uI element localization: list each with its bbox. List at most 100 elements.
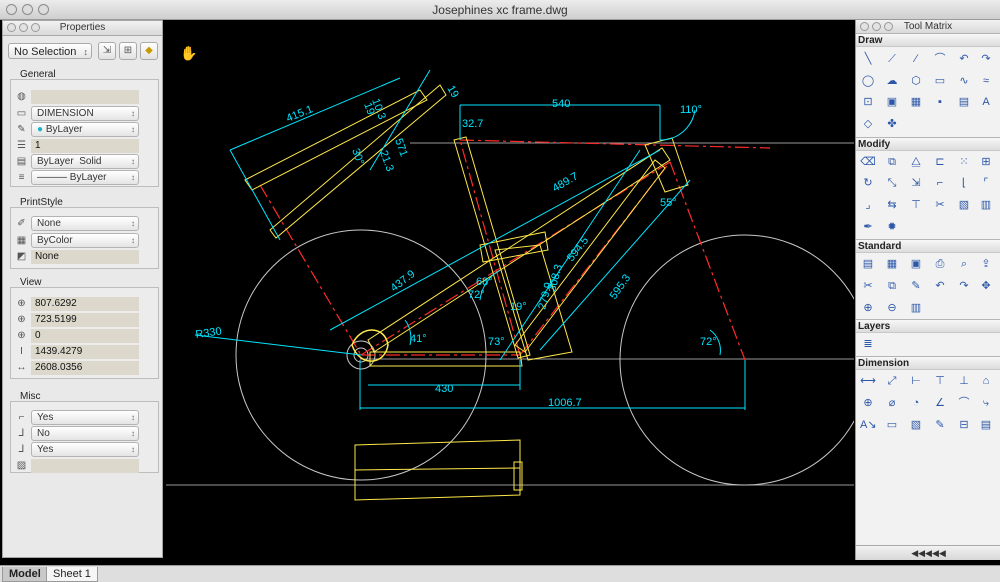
quick-dim-icon[interactable]: ⌂ (978, 373, 994, 389)
draw-section-header[interactable]: Draw (856, 33, 1000, 47)
revcloud-tool-icon[interactable]: ☁ (884, 73, 900, 89)
view-center-x-field[interactable]: 807.6292 (31, 297, 139, 311)
circle-tool-icon[interactable]: ◯ (860, 73, 876, 89)
plotcolor-dropdown[interactable]: ByColor (31, 233, 139, 248)
lineweight-dropdown[interactable]: ——— ByLayer (31, 170, 139, 185)
color-value-field[interactable] (31, 90, 139, 104)
new-drawing-icon[interactable]: ▤ (860, 256, 876, 272)
erase-tool-icon[interactable]: ⌫ (860, 154, 876, 170)
arc-tool-icon[interactable]: ↶ (956, 51, 972, 67)
zoom-window-icon[interactable]: ⊖ (884, 300, 900, 316)
tool-matrix-zoom-button[interactable] (884, 22, 893, 31)
properties-toggle-icon[interactable]: ▥ (908, 300, 924, 316)
zoom-realtime-icon[interactable]: ⊕ (860, 300, 876, 316)
wave-tool-icon[interactable]: ≈ (978, 73, 994, 89)
quick-select-button[interactable]: ⇲ (98, 42, 116, 60)
print-icon[interactable]: ⎙ (932, 256, 948, 272)
array-tool-icon[interactable]: ⁙ (956, 154, 972, 170)
fillet-tool-icon[interactable]: ⌜ (978, 175, 994, 191)
trim-tool-icon[interactable]: ⌐ (932, 175, 948, 191)
align-tool-icon[interactable]: ▥ (978, 197, 994, 213)
dim-update-icon[interactable]: ⊟ (956, 417, 972, 433)
layer-manager-icon[interactable]: ≣ (860, 336, 876, 352)
tool-matrix-minimize-button[interactable] (872, 22, 881, 31)
extend-tool-icon[interactable]: ⌊ (956, 175, 972, 191)
standard-section-header[interactable]: Standard (856, 239, 1000, 253)
explode-tool-icon[interactable]: ✂ (932, 197, 948, 213)
point-tool-icon[interactable]: ⊡ (860, 94, 876, 110)
copy-tool-icon[interactable]: ⧉ (884, 154, 900, 170)
open-drawing-icon[interactable]: ▦ (884, 256, 900, 272)
select-objects-button[interactable]: ⊞ (119, 42, 137, 60)
properties-close-button[interactable] (7, 23, 16, 32)
rectangle-tool-icon[interactable]: ▭ (932, 73, 948, 89)
boundary-tool-icon[interactable]: ◇ (860, 116, 876, 132)
join-tool-icon[interactable]: ⇆ (884, 197, 900, 213)
ucs-origin-dropdown[interactable]: No (31, 426, 139, 441)
block-tool-icon[interactable]: ▣ (884, 94, 900, 110)
view-width-field[interactable]: 2608.0356 (31, 361, 139, 375)
tab-model[interactable]: Model (2, 567, 48, 582)
arc-length-dim-icon[interactable]: ⌒ (956, 395, 972, 411)
drawing-svg[interactable]: 540 110° 32.7 415.1 19 10.3 571 21.3 19 … (166, 20, 871, 560)
selection-dropdown[interactable]: No Selection (8, 43, 92, 60)
baseline-dim-icon[interactable]: ⊤ (932, 373, 948, 389)
tolerance-icon[interactable]: ▭ (884, 417, 900, 433)
dimension-section-header[interactable]: Dimension (856, 356, 1000, 370)
text-tool-icon[interactable]: A (978, 94, 994, 110)
view-center-z-field[interactable]: 0 (31, 329, 139, 343)
linear-dim-icon[interactable]: ⟷ (860, 373, 876, 389)
redo-icon[interactable]: ↷ (956, 278, 972, 294)
ray-tool-icon[interactable]: ⌒ (932, 51, 948, 67)
plotstyle-dropdown[interactable]: None (31, 216, 139, 231)
ordinate-dim-icon[interactable]: ⊢ (908, 373, 924, 389)
spline-tool-icon[interactable]: ↷ (978, 51, 994, 67)
aligned-dim-icon[interactable]: ⤢ (884, 373, 900, 389)
tab-sheet-1[interactable]: Sheet 1 (46, 567, 98, 582)
tool-matrix-collapse-button[interactable]: ◀◀◀◀◀ (856, 545, 1000, 560)
jogged-dim-icon[interactable]: ⤷ (978, 395, 994, 411)
layers-section-header[interactable]: Layers (856, 319, 1000, 333)
chamfer-tool-icon[interactable]: ⌟ (860, 197, 876, 213)
save-drawing-icon[interactable]: ▣ (908, 256, 924, 272)
drawing-canvas[interactable]: 540 110° 32.7 415.1 19 10.3 571 21.3 19 … (166, 20, 871, 560)
copy-clip-icon[interactable]: ⧉ (884, 278, 900, 294)
print-preview-icon[interactable]: ⌕ (956, 256, 972, 272)
explode-bomb-icon[interactable]: ✹ (884, 219, 900, 235)
polyline-tool-icon[interactable]: ∕ (908, 51, 924, 67)
tool-matrix-close-button[interactable] (860, 22, 869, 31)
wipeout-tool-icon[interactable]: ✤ (884, 116, 900, 132)
edit-poly-tool-icon[interactable]: ▧ (956, 197, 972, 213)
plottable-field[interactable]: None (31, 250, 139, 264)
paste-icon[interactable]: ✎ (908, 278, 924, 294)
properties-minimize-button[interactable] (19, 23, 28, 32)
matchprop-tool-icon[interactable]: ✒ (860, 219, 876, 235)
region-tool-icon[interactable]: ▪ (932, 94, 948, 110)
angular-dim-icon[interactable]: ∠ (932, 395, 948, 411)
break-tool-icon[interactable]: ⊤ (908, 197, 924, 213)
layer-dropdown[interactable]: DIMENSION (31, 106, 139, 121)
publish-icon[interactable]: ⇪ (978, 256, 994, 272)
radius-dim-icon[interactable]: ◔ (908, 395, 924, 411)
hatch-tool-icon[interactable]: ▦ (908, 94, 924, 110)
dim-edit-icon[interactable]: ▧ (908, 417, 924, 433)
line-tool-icon[interactable]: ╲ (860, 51, 876, 67)
diameter-dim-icon[interactable]: ⌀ (884, 395, 900, 411)
undo-icon[interactable]: ↶ (932, 278, 948, 294)
pickadd-toggle-button[interactable]: ◆ (140, 42, 158, 60)
stretch-tool-icon[interactable]: ⇲ (908, 175, 924, 191)
xline-tool-icon[interactable]: ⟋ (884, 51, 900, 67)
ucs-name-field[interactable] (31, 459, 139, 473)
helix-tool-icon[interactable]: ∿ (956, 73, 972, 89)
ucs-per-viewport-dropdown[interactable]: Yes (31, 442, 139, 457)
rotate-tool-icon[interactable]: ↻ (860, 175, 876, 191)
dim-text-edit-icon[interactable]: ✎ (932, 417, 948, 433)
scale-tool-icon[interactable]: ⤡ (884, 175, 900, 191)
linetype-dropdown[interactable]: ByLayer Solid (31, 154, 139, 169)
dim-style-icon[interactable]: ▤ (978, 417, 994, 433)
move-tool-icon[interactable]: ⊞ (978, 154, 994, 170)
polygon-tool-icon[interactable]: ⬡ (908, 73, 924, 89)
properties-zoom-button[interactable] (31, 23, 40, 32)
ucs-icon-on-dropdown[interactable]: Yes (31, 410, 139, 425)
center-mark-icon[interactable]: ⊕ (860, 395, 876, 411)
